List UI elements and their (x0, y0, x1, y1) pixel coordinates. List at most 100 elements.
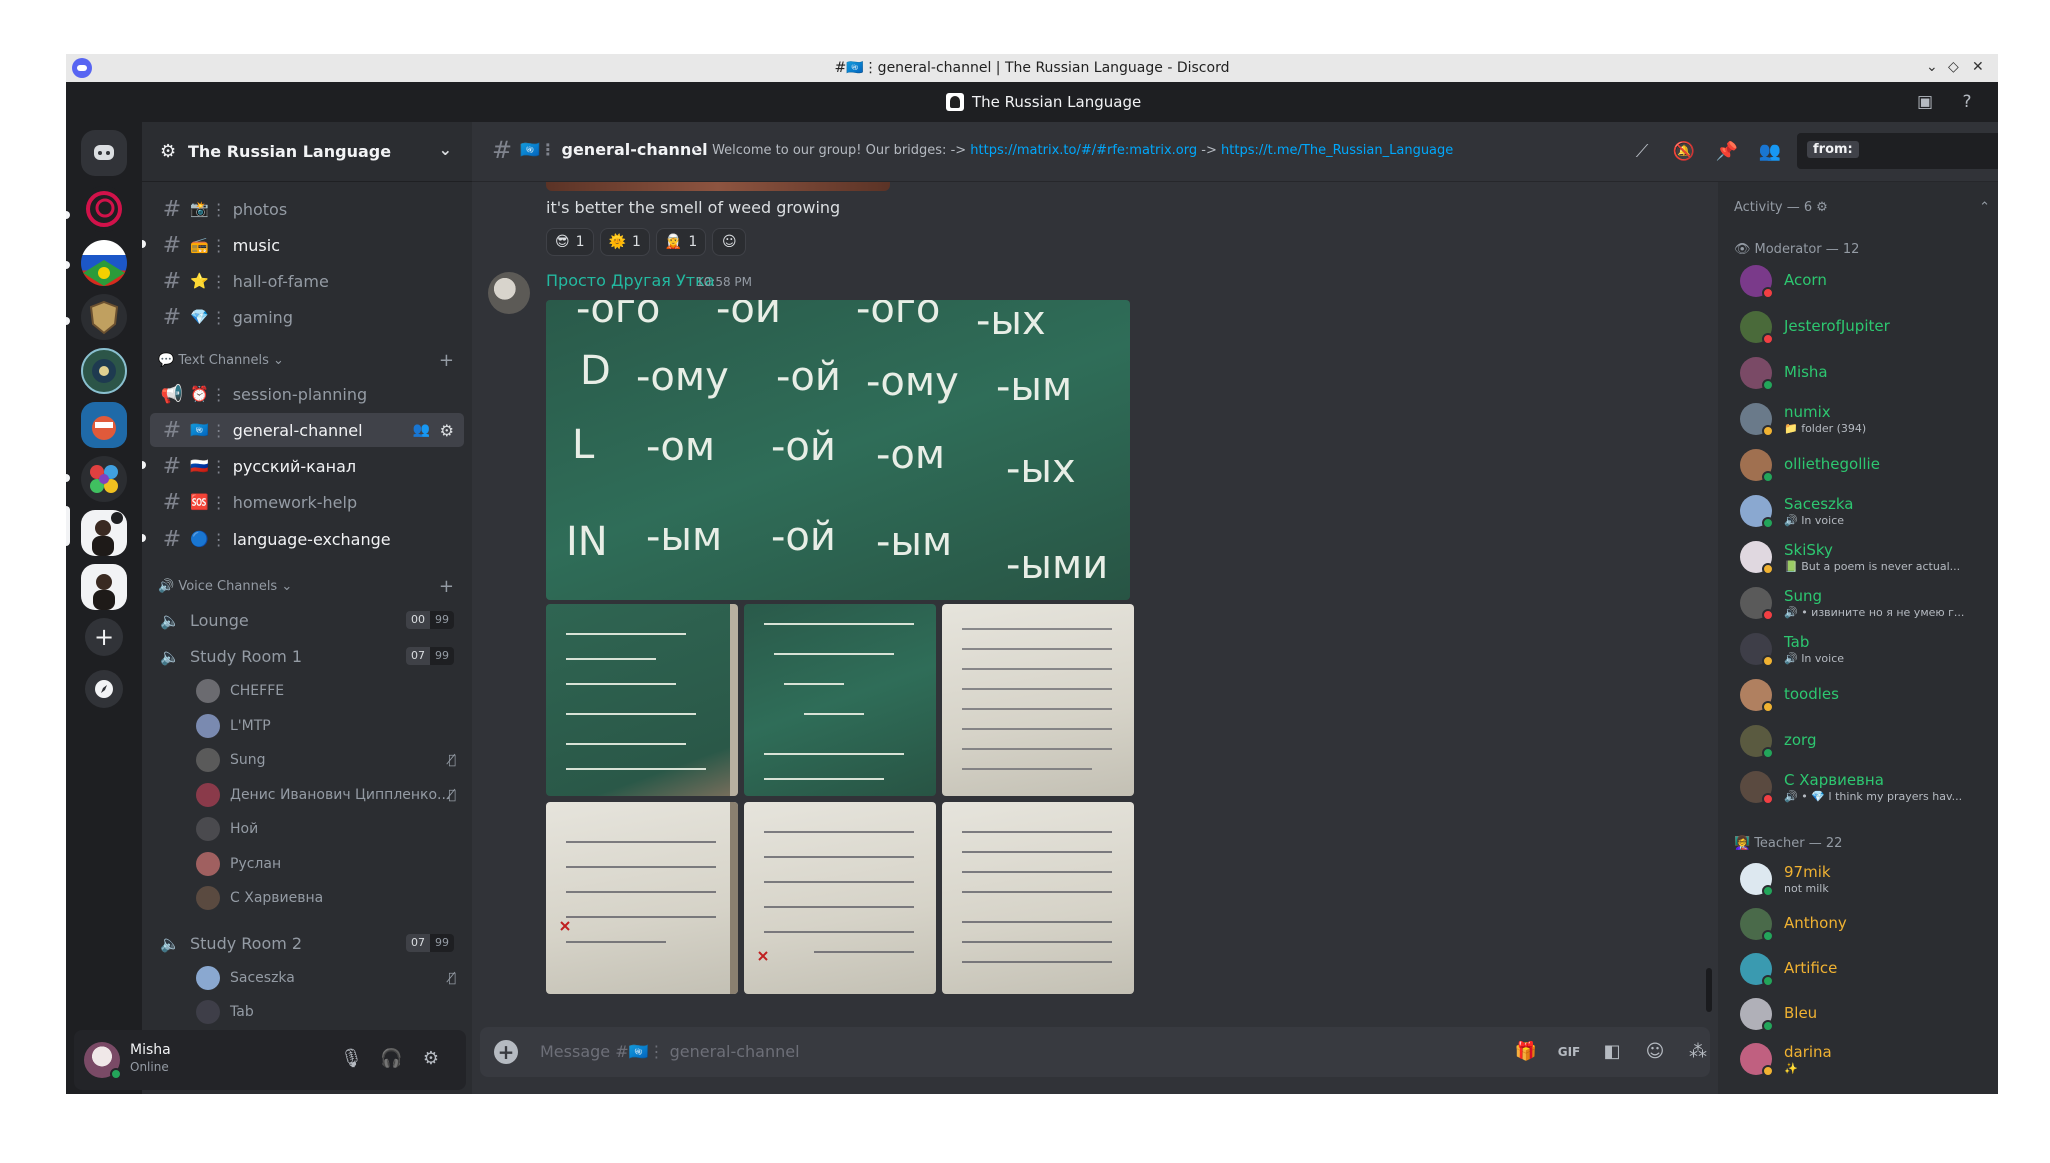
reaction[interactable]: 🌞 1 (599, 228, 650, 256)
channel-session-planning[interactable]: 📢 ⏰ ⋮ session-planning (150, 377, 464, 411)
search-input[interactable]: from: ✕ (1797, 133, 1998, 169)
add-channel-icon[interactable]: + (439, 350, 454, 371)
category-voice-channels[interactable]: 🔊 Voice Channels ⌄ + (158, 576, 458, 597)
user-settings-gear-icon[interactable]: ⚙ (420, 1048, 442, 1070)
voice-user[interactable]: L'MTP (196, 712, 456, 740)
server-flags[interactable] (81, 240, 127, 286)
server-portrait-2[interactable] (81, 564, 127, 610)
apps-icon[interactable]: ⁂ (1686, 1040, 1710, 1064)
voice-user[interactable]: Tab (196, 998, 456, 1026)
member-row[interactable]: С Харвиевна 🔊 • 💎 I think my prayers hav.… (1734, 766, 1990, 808)
portrait-icon (93, 574, 115, 610)
help-icon[interactable]: ? (1956, 91, 1978, 113)
voice-user[interactable]: Ной (196, 815, 456, 843)
member-row[interactable]: Acorn (1734, 260, 1990, 302)
chalkboard-image-2[interactable] (546, 604, 738, 796)
server-spiral[interactable] (81, 186, 127, 232)
threads-icon[interactable]: ⟋ (1630, 140, 1654, 164)
voice-user[interactable]: CHEFFE (196, 677, 456, 705)
member-list-icon[interactable]: 👥 (1758, 140, 1782, 164)
channel-russian[interactable]: # 🇷🇺 ⋮ русский-канал (142, 449, 464, 483)
member-row[interactable]: numix 📁 folder (394) (1734, 398, 1990, 440)
voice-channel-lounge[interactable]: 🔈 Lounge 00 99 (150, 603, 464, 637)
minimize-icon[interactable]: ⌄ (1926, 59, 1938, 75)
explore-button[interactable] (85, 670, 123, 708)
previous-image-attachment[interactable] (546, 182, 890, 191)
member-row[interactable]: zorg (1734, 720, 1990, 762)
pin-icon[interactable]: 📌 (1715, 140, 1739, 164)
channel-emoji: 📻 (190, 236, 209, 254)
emoji-icon[interactable]: ☺ (1643, 1040, 1667, 1064)
member-row[interactable]: JesterofJupiter (1734, 306, 1990, 348)
reaction[interactable]: 😎 1 (546, 228, 594, 256)
channel-photos[interactable]: # 📸 ⋮ photos (150, 192, 464, 226)
gif-icon[interactable]: GIF (1557, 1040, 1581, 1064)
chalkboard-image-main[interactable]: -ого -ой -ого -ых D -ому -ой -ому -ым L … (546, 300, 1130, 600)
eye-icon: 👁 (1734, 242, 1751, 257)
matrix-link[interactable]: https://matrix.to/#/#rfe:matrix.org (970, 143, 1197, 158)
member-row[interactable]: Sung 🔊 • извините но я не умею г... (1734, 582, 1990, 624)
invite-icon[interactable]: 👥 (413, 422, 430, 438)
member-name: Anthony (1784, 914, 1847, 932)
avatar[interactable] (488, 272, 530, 314)
close-window-icon[interactable]: ✕ (1972, 59, 1984, 75)
topic-divider: • (692, 143, 708, 158)
reaction[interactable]: 🧝 1 (655, 228, 707, 256)
gift-icon[interactable]: 🎁 (1514, 1040, 1538, 1064)
add-server-button[interactable]: + (85, 618, 123, 656)
upload-plus-icon[interactable]: + (494, 1040, 518, 1064)
sticker-icon[interactable]: ◧ (1600, 1040, 1624, 1064)
voice-channel-study-room-1[interactable]: 🔈 Study Room 1 07 99 (150, 639, 464, 673)
voice-user[interactable]: Saceszka 🎙̸ (196, 964, 456, 992)
whiteboard-image-4[interactable] (942, 604, 1134, 796)
add-reaction-button[interactable]: ☺ (712, 228, 747, 256)
server-shield[interactable] (81, 294, 127, 340)
member-row[interactable]: Anthony (1734, 903, 1990, 945)
member-row[interactable]: olliethegollie (1734, 444, 1990, 486)
telegram-link[interactable]: https://t.me/The_Russian_Language (1221, 143, 1453, 158)
message-input-placeholder[interactable]: Message #🇺🇳⋮ general-channel (540, 1042, 800, 1061)
add-channel-icon[interactable]: + (439, 576, 454, 597)
member-row[interactable]: Tab 🔊 In voice (1734, 628, 1990, 670)
member-row[interactable]: Artifice (1734, 948, 1990, 990)
whiteboard-image-5[interactable] (546, 802, 738, 994)
server-flower[interactable] (81, 456, 127, 502)
whiteboard-image-7[interactable] (942, 802, 1134, 994)
channel-general-channel[interactable]: # 🇺🇳 ⋮ general-channel 👥 ⚙ (150, 413, 464, 447)
chalkboard-image-3[interactable] (744, 604, 936, 796)
voice-user[interactable]: Денис Иванович Циппленко... 🎙̸ (196, 781, 456, 809)
channel-hall-of-fame[interactable]: # ⭐ ⋮ hall-of-fame (150, 264, 464, 298)
inbox-icon[interactable]: ▣ (1914, 91, 1936, 113)
server-the-russian-language[interactable] (81, 510, 127, 556)
microphone-icon[interactable]: 🎙 (340, 1048, 363, 1070)
headphones-icon[interactable]: 🎧 (380, 1048, 402, 1070)
server-cartoon[interactable] (81, 402, 127, 448)
member-row[interactable]: Bleu (1734, 993, 1990, 1035)
voice-channel-study-room-2[interactable]: 🔈 Study Room 2 07 99 (150, 926, 464, 960)
notification-bell-off-icon[interactable]: 🔕 (1672, 140, 1696, 164)
member-row[interactable]: SkiSky 📗 But a poem is never actual... (1734, 536, 1990, 578)
scrollbar-thumb[interactable] (1706, 968, 1712, 1012)
whiteboard-image-6[interactable] (744, 802, 936, 994)
direct-messages-button[interactable] (81, 130, 127, 176)
channel-homework-help[interactable]: # 🆘 ⋮ homework-help (150, 485, 464, 519)
server-header[interactable]: ⚙ The Russian Language ⌄ (142, 122, 472, 182)
message-composer[interactable]: + Message #🇺🇳⋮ general-channel 🎁 GIF ◧ ☺… (480, 1027, 1710, 1077)
voice-user[interactable]: Sung 🎙̸ (196, 746, 456, 774)
voice-user[interactable]: Руслан (196, 850, 456, 878)
channel-language-exchange[interactable]: # 🔵 ⋮ language-exchange (142, 522, 464, 556)
member-row[interactable]: darina ✨ (1734, 1038, 1990, 1080)
category-text-channels[interactable]: 💬 Text Channels ⌄ + (158, 350, 458, 371)
member-row[interactable]: toodles (1734, 674, 1990, 716)
member-row[interactable]: 97mik not milk (1734, 858, 1990, 900)
voice-user[interactable]: С Харвиевна (196, 884, 456, 912)
activity-header[interactable]: Activity — 6 ⚙ ⌃ (1734, 200, 1990, 215)
channel-gaming[interactable]: # 💎 ⋮ gaming (150, 300, 464, 334)
channel-music[interactable]: # 📻 ⋮ music (142, 228, 464, 262)
maximize-icon[interactable]: ◇ (1948, 59, 1959, 75)
server-emblem[interactable] (81, 348, 127, 394)
member-row[interactable]: Saceszka 🔊 In voice (1734, 490, 1990, 532)
message-author[interactable]: Просто Другая Утка (546, 271, 715, 290)
member-row[interactable]: Misha (1734, 352, 1990, 394)
gear-icon[interactable]: ⚙ (440, 421, 454, 440)
